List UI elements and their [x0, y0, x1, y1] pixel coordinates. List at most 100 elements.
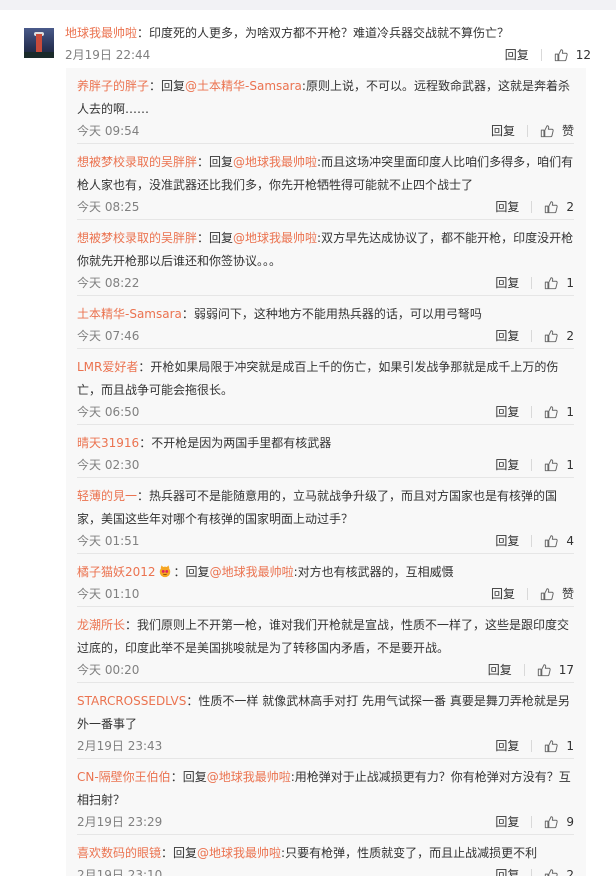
thumbs-up-icon[interactable]: [544, 815, 558, 829]
like-count[interactable]: 1: [566, 739, 574, 753]
like-count[interactable]: 2: [566, 200, 574, 214]
reply-mention[interactable]: @地球我最帅啦: [210, 565, 294, 579]
reply-time: 今天 06:50: [77, 405, 140, 419]
action-divider: [531, 868, 533, 876]
thumbs-up-icon[interactable]: [544, 200, 558, 214]
main-comment-actions: 回复 12: [505, 46, 591, 63]
avatar[interactable]: [24, 28, 54, 58]
list-item: 龙潮所长：我们原则上不开第一枪，谁对我们开枪就是宣战，性质不一样了，这些是跟印度…: [66, 607, 586, 683]
reply-mention[interactable]: @地球我最帅啦: [197, 846, 281, 860]
like-count[interactable]: 1: [566, 458, 574, 472]
reply-button[interactable]: 回复: [491, 585, 515, 602]
thumbs-up-icon[interactable]: [544, 405, 558, 419]
thumbs-up-icon[interactable]: [554, 48, 568, 62]
replies-list: 养胖子的胖子：回复@土本精华-Samsara:原则上说，不可以。远程致命武器，这…: [66, 68, 586, 876]
list-item: 晴天31916：不开枪是因为两国手里都有核武器 今天 02:30 回复 1: [66, 425, 586, 478]
like-count[interactable]: 4: [566, 534, 574, 548]
list-item: 想被梦校录取的吴胖胖：回复@地球我最帅啦:双方早先达成协议了，都不能开枪，印度没…: [66, 220, 586, 296]
reply-prefix: ：回复: [149, 79, 186, 93]
like-count[interactable]: 17: [559, 663, 574, 677]
like-count[interactable]: 1: [566, 405, 574, 419]
action-divider: [526, 124, 528, 137]
like-count[interactable]: 赞: [562, 585, 574, 602]
reply-user[interactable]: 晴天31916: [77, 436, 139, 450]
reply-button[interactable]: 回复: [495, 274, 519, 291]
thumbs-up-icon[interactable]: [540, 587, 554, 601]
thumbs-up-icon[interactable]: [540, 124, 554, 138]
reply-body: :只要有枪弹，性质就变了，而且止战减损更不利: [281, 846, 538, 860]
reply-time: 今天 09:54: [77, 124, 140, 138]
action-divider: [531, 329, 533, 342]
list-item: STARCROSSEDLVS：性质不一样 就像武林高手对打 先用气试探一番 真要…: [66, 683, 586, 759]
thumbs-up-icon[interactable]: [544, 458, 558, 472]
reply-button[interactable]: 回复: [505, 46, 529, 63]
reply-prefix: ：回复: [197, 231, 234, 245]
reply-prefix: ：回复: [170, 770, 207, 784]
reply-actions: 回复 9: [495, 813, 574, 830]
action-divider: [531, 815, 533, 828]
reply-actions: 回复 1: [495, 737, 574, 754]
action-divider: [531, 276, 533, 289]
thumbs-up-icon[interactable]: [544, 276, 558, 290]
thumbs-up-icon[interactable]: [537, 663, 551, 677]
reply-user[interactable]: 养胖子的胖子: [77, 79, 149, 93]
avatar-ground: [24, 52, 54, 58]
main-comment-user[interactable]: 地球我最帅啦: [65, 26, 137, 40]
reply-time: 2月19日 23:10: [77, 868, 163, 876]
reply-body: ：不开枪是因为两国手里都有核武器: [139, 436, 332, 450]
list-item: 喜欢数码的眼镜：回复@地球我最帅啦:只要有枪弹，性质就变了，而且止战减损更不利 …: [66, 835, 586, 876]
like-count[interactable]: 1: [566, 276, 574, 290]
reply-user[interactable]: 龙潮所长: [77, 618, 125, 632]
reply-button[interactable]: 回复: [495, 327, 519, 344]
reply-time: 2月19日 23:43: [77, 739, 163, 753]
reply-time: 今天 07:46: [77, 329, 140, 343]
reply-user[interactable]: 想被梦校录取的吴胖胖: [77, 155, 197, 169]
like-count[interactable]: 赞: [562, 122, 574, 139]
reply-mention[interactable]: @地球我最帅啦: [207, 770, 291, 784]
action-divider: [531, 739, 533, 752]
reply-user[interactable]: 轻薄的見一: [77, 489, 137, 503]
reply-mention[interactable]: @地球我最帅啦: [233, 231, 317, 245]
reply-user[interactable]: LMR爱好者: [77, 360, 138, 374]
reply-button[interactable]: 回复: [495, 403, 519, 420]
reply-user[interactable]: STARCROSSEDLVS: [77, 694, 186, 708]
list-item: LMR爱好者：开枪如果局限于冲突就是成百上千的伤亡，如果引发战争那就是成千上万的…: [66, 349, 586, 425]
action-divider: [523, 663, 525, 676]
reply-user[interactable]: 橘子猫妖2012: [77, 565, 156, 579]
main-comment: 地球我最帅啦：印度死的人更多，为啥双方都不开枪？难道冷兵器交战就不算伤亡？ 2月…: [24, 24, 594, 68]
reply-time: 今天 08:22: [77, 276, 140, 290]
thumbs-up-icon[interactable]: [544, 868, 558, 876]
reply-time: 2月19日 23:29: [77, 815, 163, 829]
reply-user[interactable]: CN-隔壁你王伯伯: [77, 770, 171, 784]
reply-user[interactable]: 想被梦校录取的吴胖胖: [77, 231, 197, 245]
reply-button[interactable]: 回复: [495, 813, 519, 830]
reply-body: ：弱弱问下，这种地方不能用热兵器的话，可以用弓弩吗: [181, 307, 482, 321]
like-count[interactable]: 12: [576, 48, 591, 62]
reply-button[interactable]: 回复: [488, 661, 512, 678]
reply-button[interactable]: 回复: [495, 737, 519, 754]
reply-actions: 回复 2: [495, 327, 574, 344]
reply-actions: 回复 1: [495, 403, 574, 420]
reply-button[interactable]: 回复: [495, 532, 519, 549]
thumbs-up-icon[interactable]: [544, 534, 558, 548]
list-item: CN-隔壁你王伯伯：回复@地球我最帅啦:用枪弹对于止战减损更有力？你有枪弹对方没…: [66, 759, 586, 835]
action-divider: [531, 405, 533, 418]
reply-user[interactable]: 土本精华-Samsara: [77, 307, 182, 321]
reply-mention[interactable]: @土本精华-Samsara: [185, 79, 302, 93]
action-divider: [540, 48, 542, 61]
reply-actions: 回复 1: [495, 274, 574, 291]
reply-button[interactable]: 回复: [495, 198, 519, 215]
reply-button[interactable]: 回复: [495, 456, 519, 473]
reply-body: ：我们原则上不开第一枪，谁对我们开枪就是宣战，性质不一样了，这些是跟印度交过底的…: [77, 618, 570, 655]
reply-button[interactable]: 回复: [491, 122, 515, 139]
list-item: 养胖子的胖子：回复@土本精华-Samsara:原则上说，不可以。远程致命武器，这…: [66, 68, 586, 144]
reply-user[interactable]: 喜欢数码的眼镜: [77, 846, 161, 860]
thumbs-up-icon[interactable]: [544, 329, 558, 343]
like-count[interactable]: 2: [566, 868, 574, 876]
reply-mention[interactable]: @地球我最帅啦: [233, 155, 317, 169]
comment-thread: 地球我最帅啦：印度死的人更多，为啥双方都不开枪？难道冷兵器交战就不算伤亡？ 2月…: [0, 10, 616, 876]
thumbs-up-icon[interactable]: [544, 739, 558, 753]
like-count[interactable]: 9: [566, 815, 574, 829]
like-count[interactable]: 2: [566, 329, 574, 343]
reply-button[interactable]: 回复: [495, 866, 519, 876]
